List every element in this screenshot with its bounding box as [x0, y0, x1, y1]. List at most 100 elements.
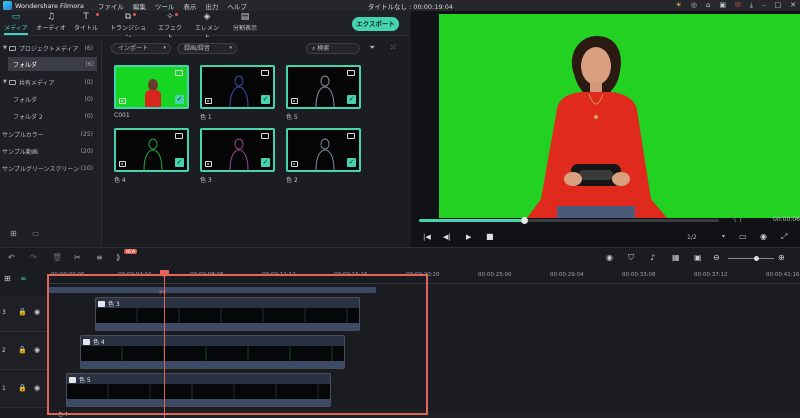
ruler-label: 00:00:16:16: [334, 272, 368, 278]
lock-icon[interactable]: 🔒: [18, 308, 27, 316]
chevron-down-icon[interactable]: ▾: [722, 233, 725, 240]
undo-icon[interactable]: ↶: [8, 253, 15, 262]
sidebar-item-shared-media[interactable]: ▼ 共有メディア (0): [0, 75, 101, 89]
eye-icon[interactable]: ◉: [34, 308, 40, 316]
media-item-c001[interactable]: ▸ ✓: [114, 65, 189, 109]
mail-icon[interactable]: ✉: [735, 0, 741, 11]
redo-icon[interactable]: ↷: [30, 253, 37, 262]
zoom-slider[interactable]: [728, 258, 774, 259]
media-item-color-3[interactable]: ▸ ✓: [200, 128, 275, 172]
sidebar-item-shared-folder-2[interactable]: フォルダ 2 (0): [0, 109, 101, 123]
search-icon: ⌕: [312, 45, 316, 52]
chevron-down-icon: ▼: [3, 79, 7, 85]
video-preview[interactable]: [439, 14, 800, 218]
headset-icon[interactable]: ◎: [691, 0, 697, 11]
menu-view[interactable]: 表示: [183, 3, 196, 11]
speed-icon[interactable]: ⟫: [116, 253, 120, 262]
record-dropdown[interactable]: 録画/録音 ▾: [177, 43, 237, 54]
snap-icon[interactable]: ▣: [694, 253, 702, 262]
zoom-knob[interactable]: [754, 256, 759, 261]
tab-media[interactable]: ▭ メディア: [4, 12, 28, 35]
menu-file[interactable]: ファイル: [98, 3, 124, 11]
link-icon[interactable]: ∞: [20, 274, 27, 283]
snapshot-icon[interactable]: ◉: [760, 232, 767, 241]
ruler-label: 00:00:04:04: [118, 272, 152, 278]
scissors-icon[interactable]: ✂: [159, 288, 167, 298]
stop-icon[interactable]: ■: [486, 232, 494, 241]
step-back-icon[interactable]: ◀|: [443, 233, 451, 241]
playback-progress-track[interactable]: [419, 217, 719, 224]
render-icon[interactable]: ◉: [606, 253, 613, 262]
timeline-clip-color-3[interactable]: 色 3: [95, 297, 360, 331]
tab-transition[interactable]: ⧉トランジション: [108, 12, 148, 41]
tab-element[interactable]: ◈エレメント: [193, 12, 221, 41]
download-icon[interactable]: ⤓: [750, 0, 753, 11]
tab-title[interactable]: T タイトル: [74, 12, 99, 35]
video-tag-icon: [261, 70, 269, 76]
filter-icon[interactable]: ⏷: [369, 43, 375, 53]
menu-edit[interactable]: 編集: [133, 3, 146, 11]
media-label: 色 1: [200, 114, 212, 121]
close-icon[interactable]: ✕: [790, 0, 796, 11]
video-type-icon: ▸: [119, 98, 126, 104]
gift-icon[interactable]: ⌂: [706, 0, 710, 11]
save-icon[interactable]: ▣: [719, 0, 726, 11]
quality-select[interactable]: 1/2: [687, 234, 697, 241]
tab-audio[interactable]: ♫ オーディオ: [36, 12, 66, 35]
cut-icon[interactable]: ✂: [74, 253, 81, 262]
media-item-color-5[interactable]: ▸ ✓: [286, 65, 361, 109]
voiceover-icon[interactable]: ▦: [672, 253, 680, 262]
menu-export[interactable]: 出力: [205, 3, 218, 11]
zoom-in-icon[interactable]: ⊕: [778, 253, 785, 262]
sidebar-item-sample-color[interactable]: サンプルカラー (25): [0, 127, 101, 141]
import-dropdown[interactable]: インポート ▾: [111, 43, 171, 54]
sidebar-item-sample-green-screen[interactable]: サンプルグリーンスクリーン (10): [0, 161, 101, 175]
timeline-clip-color-4[interactable]: 色 4: [80, 335, 345, 369]
menu-bar: ファイル 編集 ツール 表示 出力 ヘルプ: [98, 1, 256, 11]
eye-icon[interactable]: ◉: [34, 384, 40, 392]
maximize-icon[interactable]: □: [775, 0, 782, 11]
lock-icon[interactable]: 🔒: [18, 384, 27, 392]
new-dot: [133, 13, 136, 16]
minimize-icon[interactable]: –: [762, 0, 766, 11]
eye-icon[interactable]: ◉: [34, 346, 40, 354]
zoom-out-icon[interactable]: ⊖: [713, 253, 720, 262]
timeline-clip-color-5[interactable]: 色 5: [66, 373, 331, 407]
add-folder-icon[interactable]: ⊞: [10, 229, 17, 238]
sidebar-item-label: フォルダ 2: [13, 113, 43, 121]
add-track-icon[interactable]: ⊞: [4, 274, 11, 283]
sidebar-item-project-media[interactable]: ▼ プロジェクトメディア (6): [0, 41, 101, 55]
mark-in-out-icon[interactable]: { }: [733, 216, 743, 223]
tab-effect[interactable]: ✧エフェクト: [156, 12, 184, 41]
menu-tools[interactable]: ツール: [155, 3, 175, 11]
adjust-icon[interactable]: ≡: [96, 253, 103, 262]
tab-split-screen[interactable]: ▤ 分割表示: [230, 12, 260, 35]
item-count: (6): [84, 44, 94, 52]
export-button[interactable]: エクスポート: [352, 17, 399, 31]
sidebar-item-folder[interactable]: フォルダ (6): [8, 57, 97, 71]
check-icon: ✓: [261, 158, 270, 167]
sun-icon[interactable]: ☀: [676, 0, 682, 11]
menu-help[interactable]: ヘルプ: [227, 3, 247, 11]
mic-icon[interactable]: ♪: [650, 253, 655, 262]
shield-icon[interactable]: ⛉: [628, 253, 634, 263]
display-icon[interactable]: ▭: [739, 232, 747, 241]
media-panel: インポート ▾ 録画/録音 ▾ ⌕ 検索 ⏷ ⁙ ▸ ✓ C001 ▸ ✓ 色 1 …: [103, 37, 410, 247]
lock-icon[interactable]: 🔒: [18, 346, 27, 354]
media-sidebar: ▼ プロジェクトメディア (6) フォルダ (6) ▼ 共有メディア (0) フォルダ (0…: [0, 37, 102, 247]
media-item-color-2[interactable]: ▸ ✓: [286, 128, 361, 172]
media-item-color-4[interactable]: ▸ ✓: [114, 128, 189, 172]
clip-name: 色 5: [69, 375, 91, 384]
play-icon[interactable]: ▶: [466, 233, 471, 241]
search-input[interactable]: ⌕ 検索: [306, 43, 360, 54]
sidebar-item-shared-folder[interactable]: フォルダ (0): [0, 92, 101, 106]
sidebar-item-sample-video[interactable]: サンプル動画 (20): [0, 144, 101, 158]
delete-icon[interactable]: 🗑: [52, 253, 62, 262]
fullscreen-icon[interactable]: ⤢: [781, 232, 787, 242]
grid-view-icon[interactable]: ⁙: [390, 43, 397, 52]
playhead-knob[interactable]: [521, 217, 528, 224]
folder-outline-icon[interactable]: ▭: [32, 229, 40, 238]
ruler-label: 00:00:37:12: [694, 272, 728, 278]
media-item-color-1[interactable]: ▸ ✓: [200, 65, 275, 109]
prev-frame-icon[interactable]: |◀: [423, 233, 431, 241]
